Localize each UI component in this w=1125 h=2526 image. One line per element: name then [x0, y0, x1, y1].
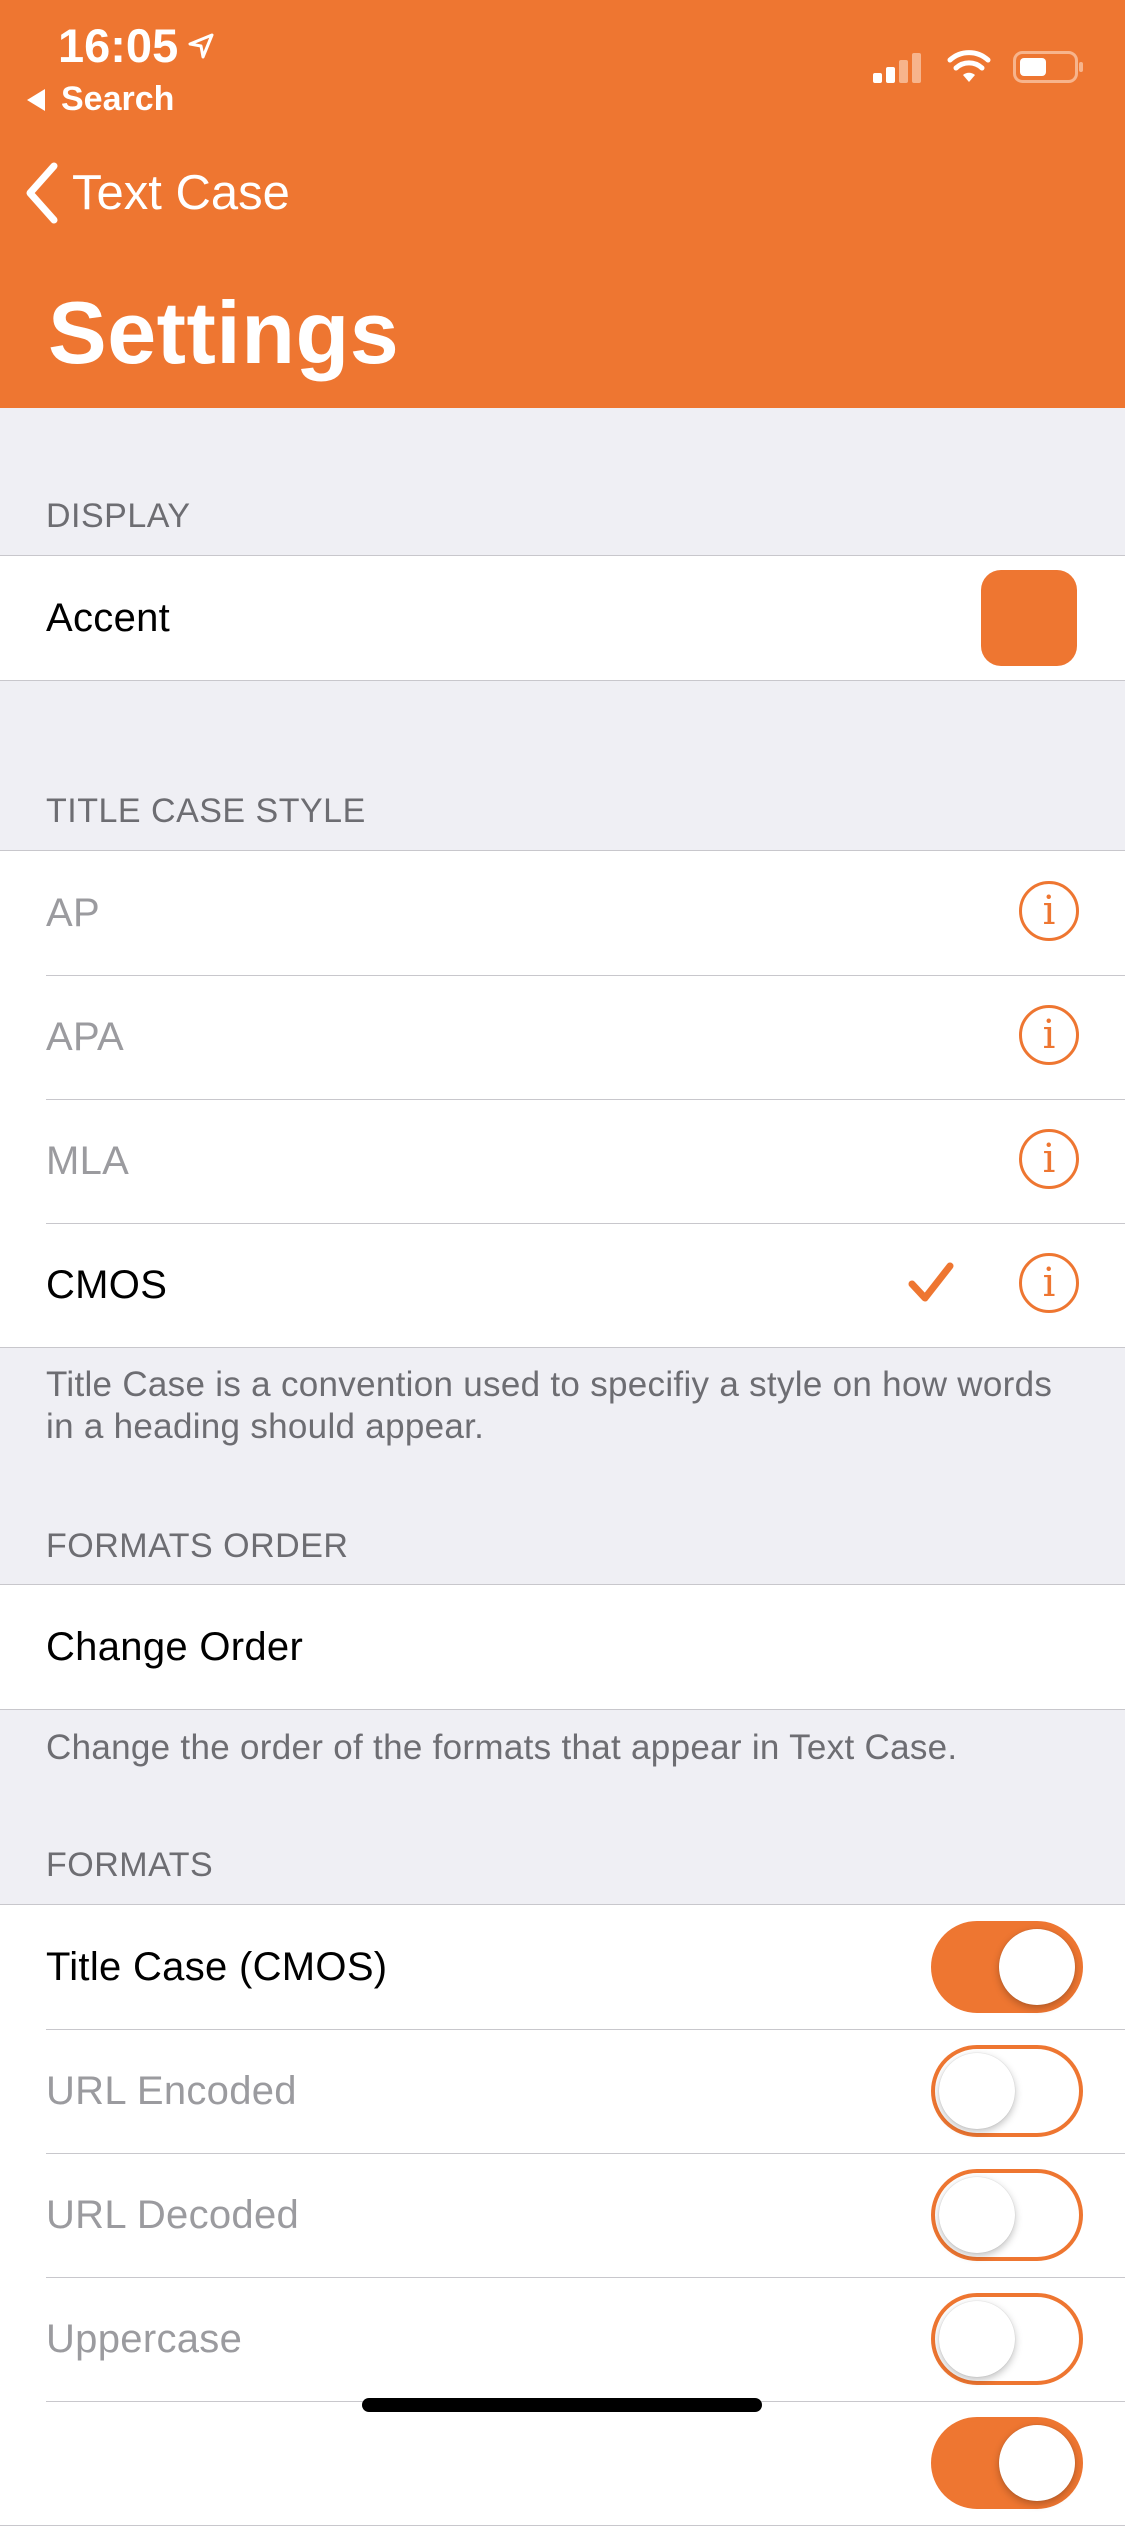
format-label: URL Encoded — [46, 2068, 297, 2113]
status-time: 16:05 — [58, 18, 216, 73]
status-icons — [873, 50, 1085, 84]
format-row-title-case: Title Case (CMOS) — [0, 1905, 1125, 2029]
style-option-label: APA — [46, 1014, 124, 1059]
formats-order-footer: Change the order of the formats that app… — [46, 1728, 958, 1767]
toggle-knob — [999, 2425, 1075, 2501]
format-toggle[interactable] — [931, 2417, 1083, 2509]
toggle-knob — [939, 2177, 1015, 2253]
format-row-partial — [0, 2401, 1125, 2525]
format-toggle[interactable] — [931, 1921, 1083, 2013]
style-option-ap[interactable]: AP i — [0, 851, 1125, 975]
display-group: Accent — [0, 555, 1125, 681]
section-header-formats-order: FORMATS ORDER — [46, 1527, 349, 1565]
page-title: Settings — [48, 283, 400, 382]
style-option-mla[interactable]: MLA i — [0, 1099, 1125, 1223]
format-label: Title Case (CMOS) — [46, 1944, 388, 1989]
toggle-knob — [939, 2301, 1015, 2377]
style-option-cmos[interactable]: CMOS i — [0, 1223, 1125, 1347]
style-option-label: AP — [46, 890, 100, 935]
back-button-label: Text Case — [72, 166, 290, 220]
title-case-style-group: AP i APA i MLA i CMOS i — [0, 850, 1125, 1348]
accent-row[interactable]: Accent — [0, 556, 1125, 680]
info-icon[interactable]: i — [1019, 881, 1079, 941]
style-option-label: CMOS — [46, 1262, 168, 1307]
info-icon[interactable]: i — [1019, 1253, 1079, 1313]
section-header-title-case-style: TITLE CASE STYLE — [46, 792, 366, 830]
change-order-label: Change Order — [46, 1624, 304, 1669]
battery-icon — [1013, 51, 1083, 83]
cellular-signal-icon — [873, 53, 921, 83]
home-indicator[interactable] — [362, 2398, 762, 2412]
section-header-display: DISPLAY — [46, 497, 191, 535]
status-time-text: 16:05 — [58, 19, 179, 72]
style-option-apa[interactable]: APA i — [0, 975, 1125, 1099]
format-row-url-encoded: URL Encoded — [0, 2029, 1125, 2153]
back-button[interactable]: Text Case — [24, 162, 290, 224]
accent-label: Accent — [46, 595, 171, 640]
format-toggle[interactable] — [931, 2045, 1083, 2137]
location-arrow-icon — [188, 33, 214, 58]
chevron-left-icon — [26, 162, 58, 224]
title-case-style-footer: Title Case is a convention used to speci… — [46, 1365, 1053, 1446]
formats-order-group: Change Order — [0, 1584, 1125, 1710]
format-label: URL Decoded — [46, 2192, 300, 2237]
format-label: Uppercase — [46, 2316, 243, 2361]
back-triangle-icon — [27, 88, 45, 111]
wifi-icon — [947, 50, 991, 82]
format-row-uppercase: Uppercase — [0, 2277, 1125, 2401]
format-row-url-decoded: URL Decoded — [0, 2153, 1125, 2277]
toggle-knob — [999, 1929, 1075, 2005]
back-to-search-label: Search — [61, 80, 175, 118]
navigation-bar: 16:05 Search Text Case Settings — [0, 0, 1125, 408]
format-toggle[interactable] — [931, 2293, 1083, 2385]
format-toggle[interactable] — [931, 2169, 1083, 2261]
accent-color-swatch[interactable] — [981, 570, 1077, 666]
checkmark-icon — [908, 1262, 954, 1302]
change-order-row[interactable]: Change Order — [0, 1585, 1125, 1709]
back-to-search-button[interactable]: Search — [27, 80, 174, 119]
style-option-label: MLA — [46, 1138, 130, 1183]
info-icon[interactable]: i — [1019, 1005, 1079, 1065]
formats-group: Title Case (CMOS) URL Encoded URL Decode… — [0, 1904, 1125, 2526]
toggle-knob — [939, 2053, 1015, 2129]
section-header-formats: FORMATS — [46, 1846, 214, 1884]
info-icon[interactable]: i — [1019, 1129, 1079, 1189]
